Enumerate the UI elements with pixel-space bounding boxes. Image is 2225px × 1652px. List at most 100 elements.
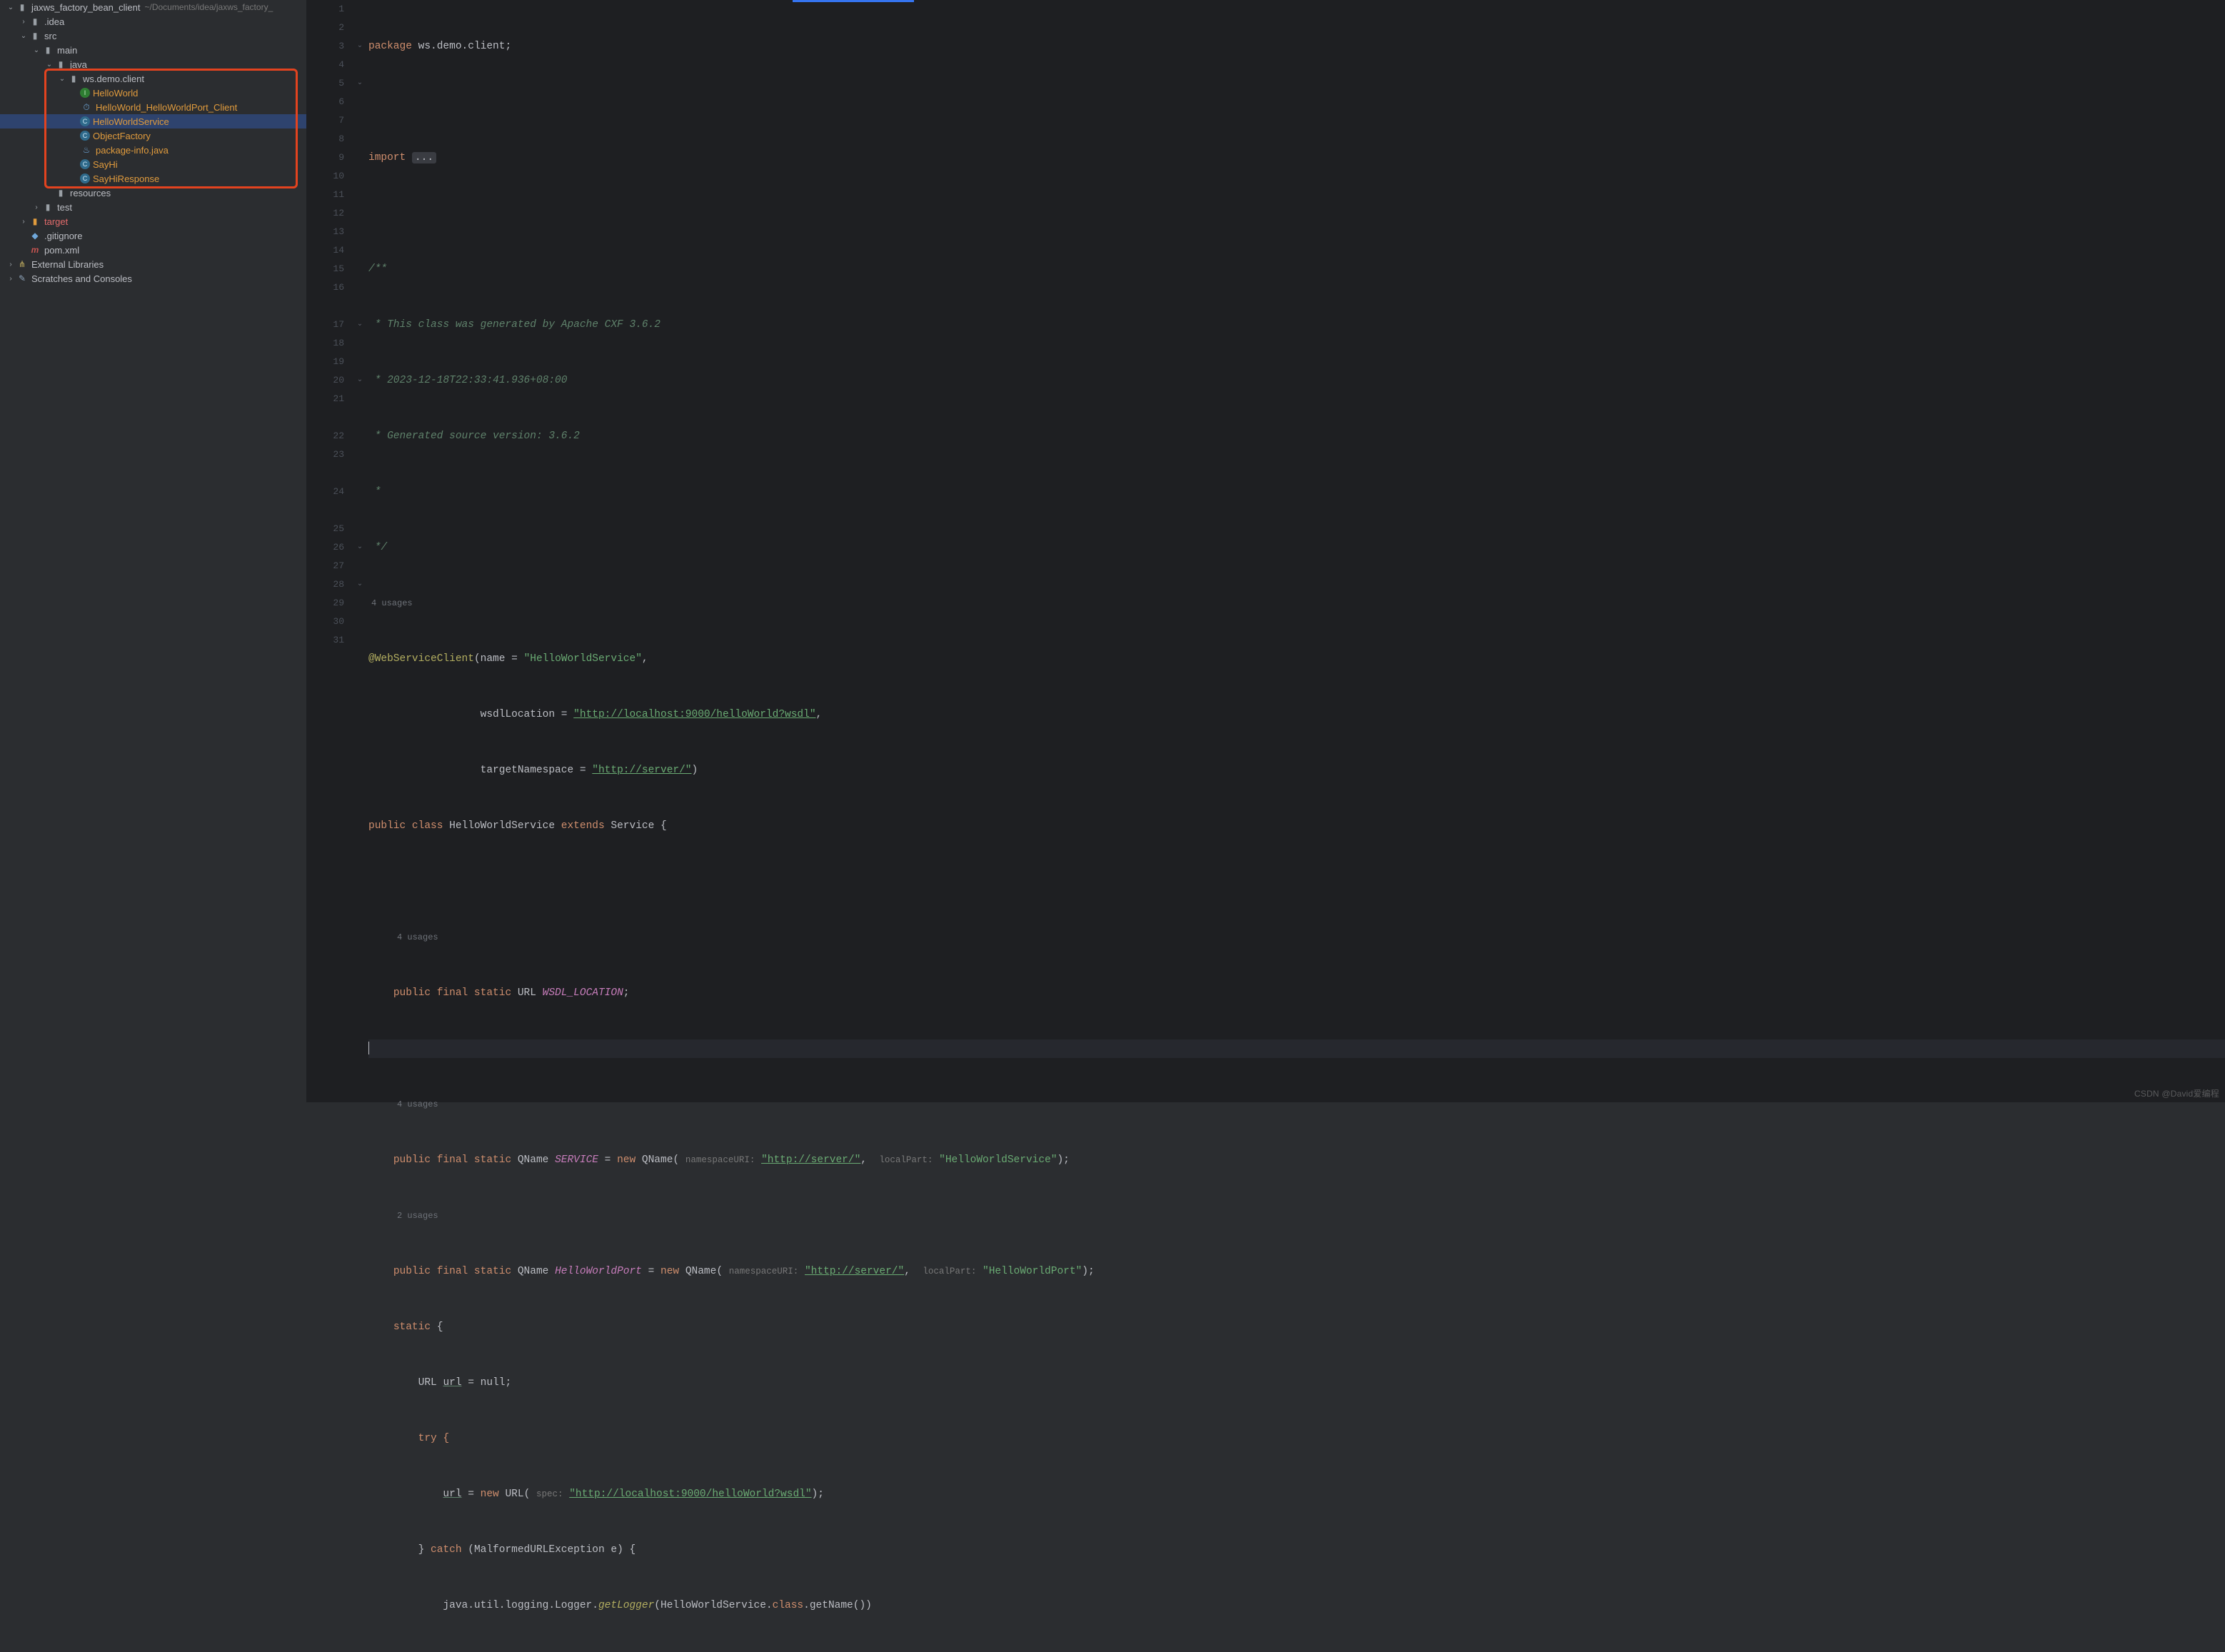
tree-label: package-info.java [96, 145, 169, 156]
code-editor[interactable]: 1234567891011121314151617181920212223242… [307, 0, 2225, 1102]
tree-item-ws-demo-client[interactable]: ⌄▮ws.demo.client [0, 71, 306, 86]
fold-marker-icon[interactable] [354, 130, 366, 148]
fold-marker-icon[interactable] [354, 483, 366, 501]
expand-arrow-icon[interactable]: › [19, 218, 29, 226]
tree-item-helloworld[interactable]: IHelloWorld [0, 86, 306, 100]
tree-label: test [57, 202, 72, 213]
tree-item-helloworldservice[interactable]: CHelloWorldService [0, 114, 306, 129]
tree-label: resources [70, 188, 111, 198]
fold-marker-icon[interactable] [354, 241, 366, 260]
tree-item-src[interactable]: ⌄▮src [0, 29, 306, 43]
fold-marker-icon[interactable] [354, 260, 366, 278]
fold-marker-icon[interactable] [354, 594, 366, 613]
fold-marker-icon[interactable] [354, 148, 366, 167]
brace-close: } [418, 1544, 425, 1556]
line-number: 10 [307, 167, 344, 186]
usages-hint[interactable]: 4 usages [368, 594, 2225, 613]
field-wsdlloc: WSDL_LOCATION [543, 987, 623, 999]
fold-marker-icon[interactable]: ⌄ [354, 316, 366, 334]
expand-arrow-icon[interactable]: ⌄ [6, 4, 16, 11]
clock-icon: ⏱ [80, 102, 93, 113]
line-number: 21 [307, 390, 344, 408]
expand-arrow-icon[interactable]: › [19, 18, 29, 26]
tree-item-test[interactable]: ›▮test [0, 200, 306, 214]
fold-marker-icon[interactable] [354, 278, 366, 297]
fold-marker-icon[interactable]: ⌄ [354, 37, 366, 56]
expand-arrow-icon[interactable]: › [6, 275, 16, 283]
catch-args: (MalformedURLException e) { [462, 1544, 636, 1556]
javadoc: /** [368, 263, 387, 275]
folder-icon: ▮ [67, 74, 80, 84]
fold-marker-icon[interactable] [354, 557, 366, 575]
ann-tns-k: targetNamespace = [481, 765, 593, 776]
ide-root: ⌄▮jaxws_factory_bean_client~/Documents/i… [0, 0, 2225, 1102]
fold-marker-icon[interactable] [354, 334, 366, 353]
line-number: 20 [307, 371, 344, 390]
fold-marker-icon[interactable]: ⌄ [354, 371, 366, 390]
ann-name-k: name = [481, 653, 524, 665]
expand-arrow-icon[interactable]: ⌄ [44, 61, 54, 69]
fold-marker-icon[interactable] [354, 223, 366, 241]
kw-static: static [393, 1321, 431, 1333]
tree-item-scratches-and-consoles[interactable]: ›✎Scratches and Consoles [0, 271, 306, 286]
line-number: 28 [307, 575, 344, 594]
fold-marker-icon [354, 297, 366, 316]
fold-marker-icon[interactable] [354, 520, 366, 538]
fold-marker-icon[interactable] [354, 186, 366, 204]
fold-marker-icon[interactable] [354, 56, 366, 74]
assign-null: = null; [462, 1377, 512, 1389]
tree-label: .gitignore [44, 231, 82, 241]
usages-hint[interactable]: 4 usages [368, 928, 2225, 947]
tree-item-main[interactable]: ⌄▮main [0, 43, 306, 57]
tree-item-sayhi[interactable]: CSayHi [0, 157, 306, 171]
tree-item-package-info-java[interactable]: ♨package-info.java [0, 143, 306, 157]
tree-item--idea[interactable]: ›▮.idea [0, 14, 306, 29]
tree-label: ObjectFactory [93, 131, 151, 141]
fold-marker-icon[interactable] [354, 445, 366, 464]
fold-marker-icon[interactable] [354, 0, 366, 19]
fold-marker-icon[interactable] [354, 167, 366, 186]
tree-item-jaxws-factory-bean-client[interactable]: ⌄▮jaxws_factory_bean_client~/Documents/i… [0, 0, 306, 14]
tree-item-objectfactory[interactable]: CObjectFactory [0, 129, 306, 143]
expand-arrow-icon[interactable]: ⌄ [31, 46, 41, 54]
mods: public final static [393, 1266, 511, 1277]
tree-item-resources[interactable]: ▮resources [0, 186, 306, 200]
fold-marker-icon[interactable]: ⌄ [354, 538, 366, 557]
tree-item-pom-xml[interactable]: mpom.xml [0, 243, 306, 257]
tree-label: External Libraries [31, 259, 104, 270]
jfile-icon: ◆ [29, 231, 41, 241]
fold-marker-icon[interactable]: ⌄ [354, 74, 366, 93]
type-url: URL [418, 1377, 437, 1389]
tree-item-java[interactable]: ⌄▮java [0, 57, 306, 71]
fold-marker-icon[interactable] [354, 19, 366, 37]
fold-marker-icon[interactable] [354, 427, 366, 445]
tree-label: target [44, 216, 68, 227]
logger-prefix: java.util.logging.Logger. [443, 1600, 598, 1611]
tree-item-helloworld-helloworldport-client[interactable]: ⏱HelloWorld_HelloWorldPort_Client [0, 100, 306, 114]
tree-item-target[interactable]: ›▮target [0, 214, 306, 228]
expand-arrow-icon[interactable]: › [31, 203, 41, 211]
tree-item-external-libraries[interactable]: ›⋔External Libraries [0, 257, 306, 271]
fold-marker-icon[interactable] [354, 204, 366, 223]
fold-marker-icon[interactable] [354, 390, 366, 408]
fold-marker-icon[interactable] [354, 613, 366, 631]
import-ellipsis[interactable]: ... [412, 152, 436, 163]
fold-marker-icon[interactable] [354, 93, 366, 111]
tree-item-sayhiresponse[interactable]: CSayHiResponse [0, 171, 306, 186]
code-area[interactable]: package ws.demo.client; import ... /** *… [366, 0, 2225, 1102]
usages-hint[interactable]: 4 usages [368, 1095, 2225, 1114]
expand-arrow-icon[interactable]: ⌄ [57, 75, 67, 83]
expand-arrow-icon[interactable]: › [6, 261, 16, 268]
usages-hint[interactable]: 2 usages [368, 1207, 2225, 1225]
fold-marker-icon[interactable]: ⌄ [354, 575, 366, 594]
fold-marker-icon[interactable] [354, 111, 366, 130]
tree-label: SayHiResponse [93, 173, 159, 184]
eq: = [462, 1489, 481, 1500]
project-tree[interactable]: ⌄▮jaxws_factory_bean_client~/Documents/i… [0, 0, 307, 1102]
tree-item--gitignore[interactable]: ◆.gitignore [0, 228, 306, 243]
expand-arrow-icon[interactable]: ⌄ [19, 32, 29, 40]
tree-label: HelloWorld_HelloWorldPort_Client [96, 102, 237, 113]
fold-marker-icon[interactable] [354, 631, 366, 650]
var-url: url [443, 1489, 461, 1500]
fold-marker-icon[interactable] [354, 353, 366, 371]
